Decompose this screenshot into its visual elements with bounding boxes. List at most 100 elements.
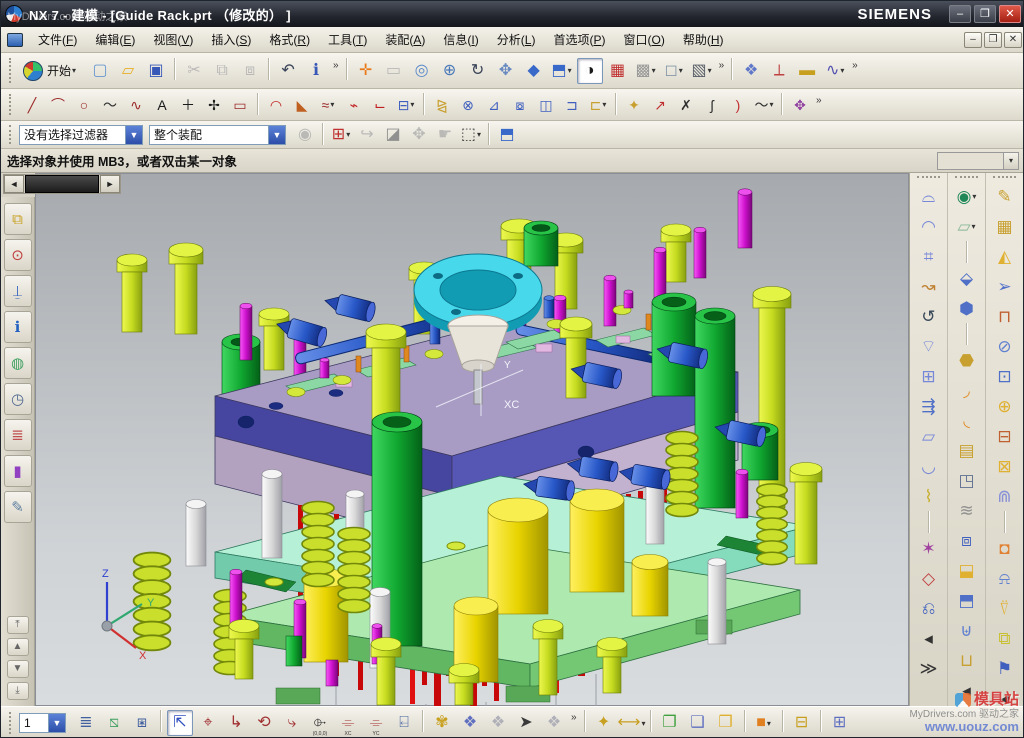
menu-item-10[interactable]: 窗口(O) — [614, 30, 673, 50]
fan-surface-icon[interactable]: ⋒ — [990, 482, 1020, 510]
roles-icon[interactable]: ▮ — [4, 455, 32, 487]
menu-item-6[interactable]: 装配(A) — [376, 30, 434, 50]
pan-view-icon[interactable]: ✥ — [493, 58, 519, 84]
extract-curve-icon[interactable]: ✦ — [622, 93, 646, 116]
zoom-icon[interactable]: ◎ — [409, 58, 435, 84]
scroll-left-button[interactable]: ◄ — [4, 175, 24, 193]
dropdown-arrow-icon[interactable]: ▾ — [346, 130, 350, 139]
status-mini-button[interactable]: ▾ — [1003, 152, 1019, 170]
menu-item-0[interactable]: 文件(F) — [29, 30, 86, 50]
hole-icon[interactable]: ⊡ — [990, 362, 1020, 390]
facet-body-icon[interactable]: ▩▾ — [633, 58, 659, 84]
menu-item-7[interactable]: 信息(I) — [434, 30, 487, 50]
fillet-icon[interactable]: ◠ — [264, 93, 288, 116]
title-bar[interactable]: NX 7 - 建模 - [Guide Rack.prt （修改的） ] SIEM… — [1, 1, 1024, 27]
circle-icon[interactable]: ○ — [72, 93, 96, 116]
menu-item-1[interactable]: 编辑(E) — [86, 30, 144, 50]
find-component-icon[interactable]: ◉ — [293, 123, 317, 146]
dropdown-arrow-icon[interactable]: ▾ — [679, 66, 683, 75]
highlight-diamond-icon[interactable]: ❖ — [485, 710, 511, 736]
move-selection-icon[interactable]: ✥ — [407, 123, 431, 146]
edge-symmetry-icon[interactable]: ⎌ — [914, 594, 944, 622]
studio-spline-icon[interactable]: ∿▾ — [822, 58, 848, 84]
minimize-button[interactable]: – — [949, 5, 971, 23]
emboss-icon[interactable]: ◘ — [990, 534, 1020, 562]
paste-icon[interactable]: ⧈ — [237, 58, 263, 84]
cylinder-pair-icon[interactable]: ⊎ — [952, 616, 982, 644]
point-set-icon[interactable]: ✢ — [202, 93, 226, 116]
menu-item-2[interactable]: 视图(V) — [144, 30, 202, 50]
info-tag-icon[interactable]: ℹ — [303, 58, 329, 84]
toolbar-collapse-icon[interactable]: ◂ — [952, 676, 982, 704]
divide-curve-icon[interactable]: ⊟▾ — [394, 93, 418, 116]
tray-pocket-icon[interactable]: ⊔ — [952, 646, 982, 674]
menu-item-4[interactable]: 格式(R) — [260, 30, 319, 50]
undo-icon[interactable]: ↶ — [275, 58, 301, 84]
scroll-bottom-icon[interactable]: ⤓ — [7, 682, 29, 700]
grab-selection-icon[interactable]: ☛ — [433, 123, 457, 146]
ruled-surface-icon[interactable]: ⌓ — [914, 182, 944, 210]
datum-plane-icon[interactable]: ⬙ — [952, 264, 982, 292]
system-materials-icon[interactable]: ✎ — [4, 491, 32, 523]
dropdown-arrow-icon[interactable]: ▾ — [568, 66, 572, 75]
dropdown-arrow-icon[interactable]: ▾ — [972, 222, 976, 231]
measure-distance-icon[interactable]: ▬ — [794, 58, 820, 84]
point-icon[interactable]: ＋ — [176, 93, 200, 116]
contour-flange-icon[interactable]: ◟ — [952, 406, 982, 434]
canister-icon[interactable]: ⍾ — [990, 564, 1020, 592]
selection-filter-combo[interactable]: 没有选择过滤器 ▼ — [19, 125, 143, 145]
toolbar-overflow-icon[interactable]: » — [852, 58, 858, 71]
bound-plates-icon[interactable]: ⧈ — [952, 526, 982, 554]
zoom-window-icon[interactable]: ▭ — [381, 58, 407, 84]
split-body-icon[interactable]: ◭ — [990, 242, 1020, 270]
palettes-icon[interactable]: ≣ — [4, 419, 32, 451]
history-icon[interactable]: ◷ — [4, 383, 32, 415]
rotate-view-icon[interactable]: ↻ — [465, 58, 491, 84]
select-within-icon[interactable]: ⊞▾ — [329, 123, 353, 146]
dialog-memory-icon[interactable]: ✦ — [591, 710, 617, 736]
dropdown-arrow-icon[interactable]: ▾ — [708, 66, 712, 75]
layer-visible-in-view-icon[interactable]: ⧅ — [101, 710, 127, 736]
wcs-align-yc-icon[interactable]: ⌯YC — [363, 710, 389, 736]
bracket-icon[interactable]: ⊓ — [990, 302, 1020, 330]
through-curves-icon[interactable]: ◠ — [914, 212, 944, 240]
bridge-curve-icon[interactable]: ʃ — [700, 93, 724, 116]
wcs-dynamic-icon[interactable]: ⇱ — [167, 710, 193, 736]
zoom-in-out-icon[interactable]: ⊕ — [437, 58, 463, 84]
sketch-icon[interactable]: ◉▾ — [952, 182, 982, 210]
dropdown-arrow-icon[interactable]: ▾ — [477, 130, 481, 139]
combo-arrow-icon[interactable]: ▼ — [268, 126, 285, 144]
offset-curve-icon[interactable]: ≈▾ — [316, 93, 340, 116]
dropdown-arrow-icon[interactable]: ▾ — [410, 100, 414, 109]
flag-note-icon[interactable]: ⚑ — [990, 654, 1020, 682]
customize-icon[interactable]: ✾ — [429, 710, 455, 736]
chamfer-icon[interactable]: ◣ — [290, 93, 314, 116]
boolean-cube-icon[interactable]: ⬒ — [952, 586, 982, 614]
quickpick-diamond-icon[interactable]: ❖ — [541, 710, 567, 736]
wcs-orient-icon[interactable]: ⤷ — [279, 710, 305, 736]
transition-icon[interactable]: ⇶ — [914, 392, 944, 420]
layer-category-icon[interactable]: ⧆ — [129, 710, 155, 736]
tube-icon[interactable]: ⊘ — [990, 332, 1020, 360]
sketch-plane-icon[interactable]: ▱▾ — [952, 212, 982, 240]
corner-block-icon[interactable]: ◳ — [952, 466, 982, 494]
toolbar-more-icon[interactable]: ≫ — [914, 654, 944, 682]
cut-icon[interactable]: ✂ — [181, 58, 207, 84]
toolbar-overflow-icon[interactable]: » — [816, 93, 822, 106]
perspective-icon[interactable]: ◆ — [521, 58, 547, 84]
background-icon[interactable]: ▧▾ — [689, 58, 715, 84]
selection-scope-combo[interactable]: 整个装配 ▼ — [149, 125, 286, 145]
scroll-right-button[interactable]: ► — [100, 175, 120, 193]
work-layer-combo[interactable]: 1 ▼ — [19, 713, 66, 733]
offset-in-face-icon[interactable]: ⊐ — [560, 93, 584, 116]
copy-icon[interactable]: ⧉ — [209, 58, 235, 84]
clip-section-icon[interactable]: ◻▾ — [661, 58, 687, 84]
pad-icon[interactable]: ⊠ — [990, 452, 1020, 480]
wcs-save-icon[interactable]: ⍇ — [391, 710, 417, 736]
select-cursor-icon[interactable]: ➤ — [513, 710, 539, 736]
part-history-icon[interactable]: ⊟ — [789, 710, 815, 736]
scroll-up-icon[interactable]: ▲ — [7, 638, 29, 656]
n-sided-surface-icon[interactable]: ⊞ — [914, 362, 944, 390]
dropdown-arrow-icon[interactable]: ▾ — [840, 66, 844, 75]
scroll-down-icon[interactable]: ▼ — [7, 660, 29, 678]
